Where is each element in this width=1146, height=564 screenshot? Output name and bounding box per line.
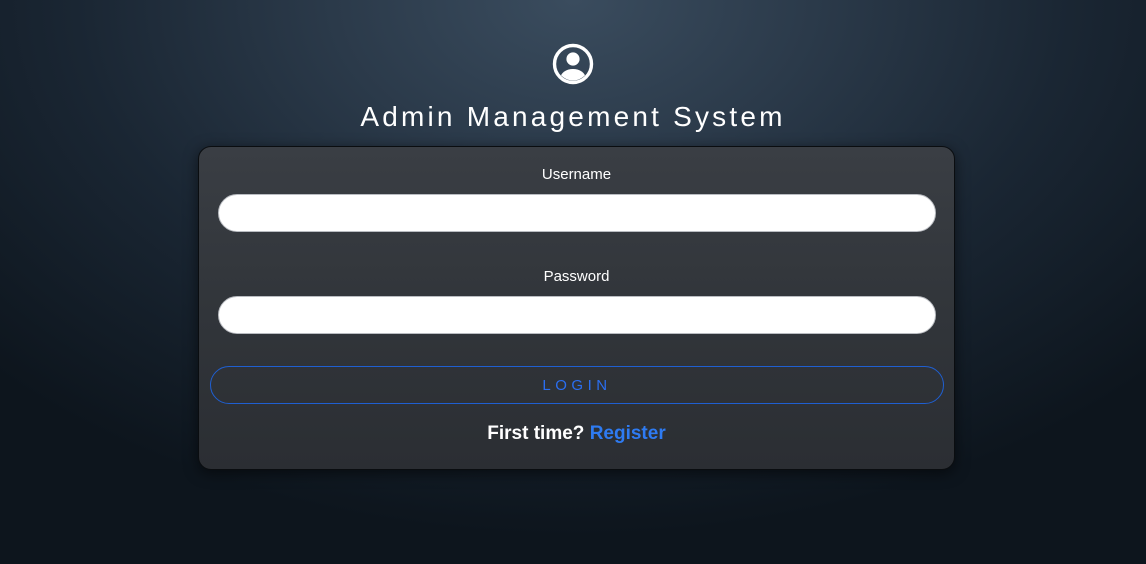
page-header: Admin Management System <box>0 43 1146 134</box>
login-button[interactable]: LOGIN <box>210 366 944 404</box>
page-title: Admin Management System <box>360 101 786 132</box>
register-prompt: First time? <box>487 423 585 444</box>
login-card: Username Password LOGIN First time? Regi… <box>198 146 955 470</box>
register-row: First time? Register <box>199 422 954 446</box>
password-label: Password <box>543 268 610 285</box>
username-label: Username <box>541 166 612 183</box>
username-input[interactable] <box>218 194 936 232</box>
user-circle-icon <box>552 43 594 85</box>
register-link[interactable]: Register <box>590 423 666 444</box>
password-input[interactable] <box>218 296 936 334</box>
